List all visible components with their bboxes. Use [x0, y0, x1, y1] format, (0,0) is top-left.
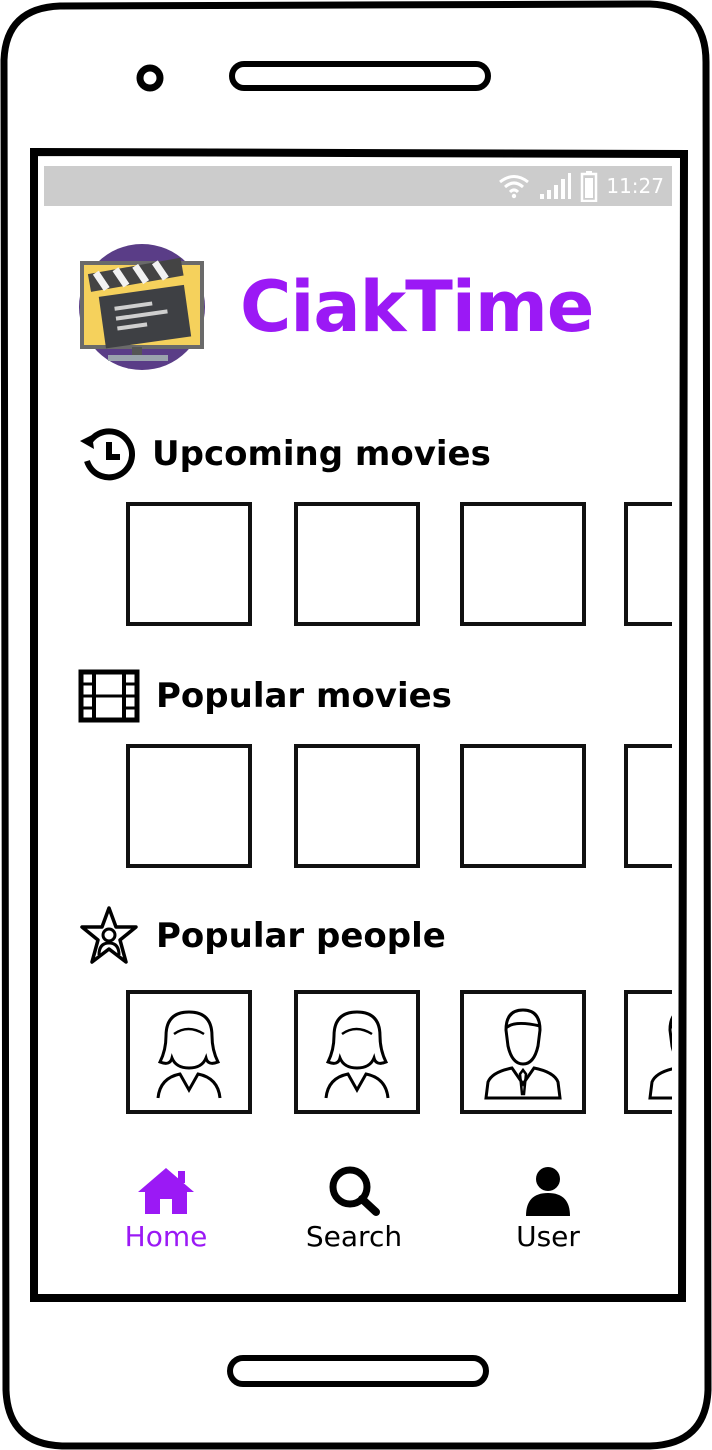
movie-poster-tile[interactable] [460, 744, 586, 868]
film-strip-icon [78, 669, 140, 723]
section-header-upcoming: Upcoming movies [78, 424, 491, 484]
signal-icon [540, 173, 572, 199]
app-header: CiakTime [78, 242, 594, 372]
app-screen: 11:27 CiakTime Upcoming movies Popular m… [44, 166, 672, 1288]
wifi-icon [499, 175, 530, 199]
nav-item-home[interactable]: Home [86, 1156, 246, 1266]
nav-item-user[interactable]: User [468, 1156, 628, 1266]
movie-poster-tile[interactable] [460, 502, 586, 626]
bottom-navigation: Home Search User [44, 1156, 672, 1276]
section-title: Popular movies [156, 676, 452, 716]
app-title: CiakTime [240, 266, 594, 348]
person-tile[interactable] [460, 990, 586, 1114]
user-icon [526, 1167, 570, 1216]
movie-poster-tile[interactable] [126, 744, 252, 868]
section-title: Upcoming movies [152, 434, 491, 474]
movie-poster-tile[interactable] [294, 502, 420, 626]
movie-poster-tile[interactable] [126, 502, 252, 626]
history-icon [80, 428, 136, 481]
status-bar: 11:27 [44, 166, 672, 206]
section-title: Popular people [156, 916, 446, 956]
movie-poster-tile[interactable] [624, 744, 672, 868]
man-avatar-icon [484, 1008, 562, 1100]
nav-label: User [516, 1220, 580, 1253]
person-tile[interactable] [624, 990, 672, 1114]
section-header-popular-people: Popular people [78, 906, 446, 966]
nav-label: Home [124, 1220, 208, 1253]
popular-people-row[interactable] [126, 988, 672, 1118]
star-person-icon [80, 906, 138, 964]
nav-item-search[interactable]: Search [274, 1156, 434, 1266]
search-icon [329, 1166, 380, 1216]
person-tile[interactable] [294, 990, 420, 1114]
movie-poster-tile[interactable] [294, 744, 420, 868]
nav-label: Search [305, 1220, 403, 1253]
upcoming-movies-row[interactable] [126, 500, 672, 630]
section-header-popular-movies: Popular movies [78, 666, 452, 726]
man-avatar-icon [648, 1015, 672, 1100]
person-tile[interactable] [126, 990, 252, 1114]
movie-poster-tile[interactable] [624, 502, 672, 626]
woman-avatar-icon [156, 1010, 222, 1099]
status-time: 11:27 [606, 174, 664, 198]
clapperboard-logo-icon [79, 244, 205, 370]
popular-movies-row[interactable] [126, 742, 672, 872]
woman-avatar-icon [324, 1010, 390, 1099]
battery-icon [581, 171, 598, 202]
home-icon [138, 1168, 194, 1214]
